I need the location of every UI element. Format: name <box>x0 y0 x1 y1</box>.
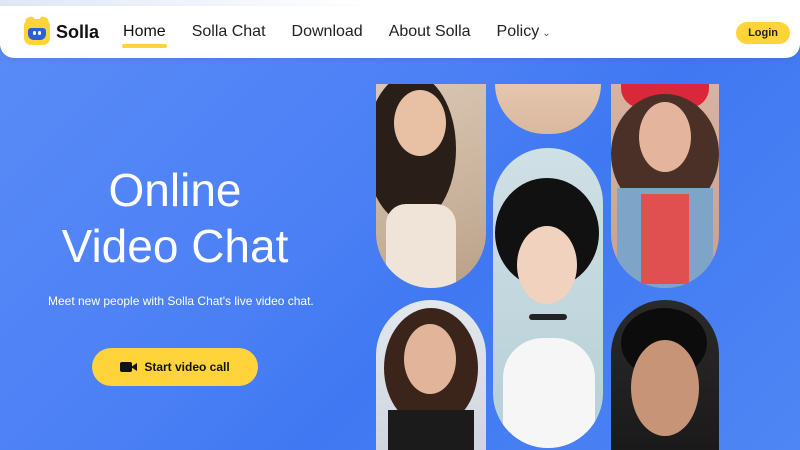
profile-photo-5 <box>376 300 486 450</box>
hero-subtitle: Meet new people with Solla Chat's live v… <box>48 294 314 308</box>
main-nav: Home Solla Chat Download About Solla Pol… <box>122 19 576 48</box>
video-camera-icon <box>120 361 138 373</box>
nav-about-solla[interactable]: About Solla <box>388 19 472 45</box>
nav-download[interactable]: Download <box>291 19 364 45</box>
profile-photo-2 <box>495 84 601 134</box>
logo-text: Solla <box>56 21 100 42</box>
nav-home[interactable]: Home <box>122 19 167 48</box>
profile-photo-6 <box>611 300 719 450</box>
profile-photo-1 <box>376 84 486 288</box>
profile-photo-4 <box>493 148 603 448</box>
hero-title-line1: Online <box>108 164 242 216</box>
nav-policy-label: Policy <box>496 23 540 40</box>
site-header: Solla Home Solla Chat Download About Sol… <box>0 6 800 58</box>
login-button[interactable]: Login <box>736 22 790 44</box>
hero-title: Online Video Chat <box>0 162 350 274</box>
nav-solla-chat[interactable]: Solla Chat <box>191 19 267 45</box>
solla-logo-icon <box>24 15 50 45</box>
start-video-call-button[interactable]: Start video call <box>92 348 258 386</box>
chevron-down-icon: ⌄ <box>542 28 551 39</box>
profile-photo-3 <box>611 84 719 288</box>
cta-label: Start video call <box>144 360 230 374</box>
hero-title-line2: Video Chat <box>61 220 289 272</box>
logo[interactable]: Solla <box>24 15 100 45</box>
nav-policy[interactable]: Policy ⌄ <box>496 19 552 45</box>
